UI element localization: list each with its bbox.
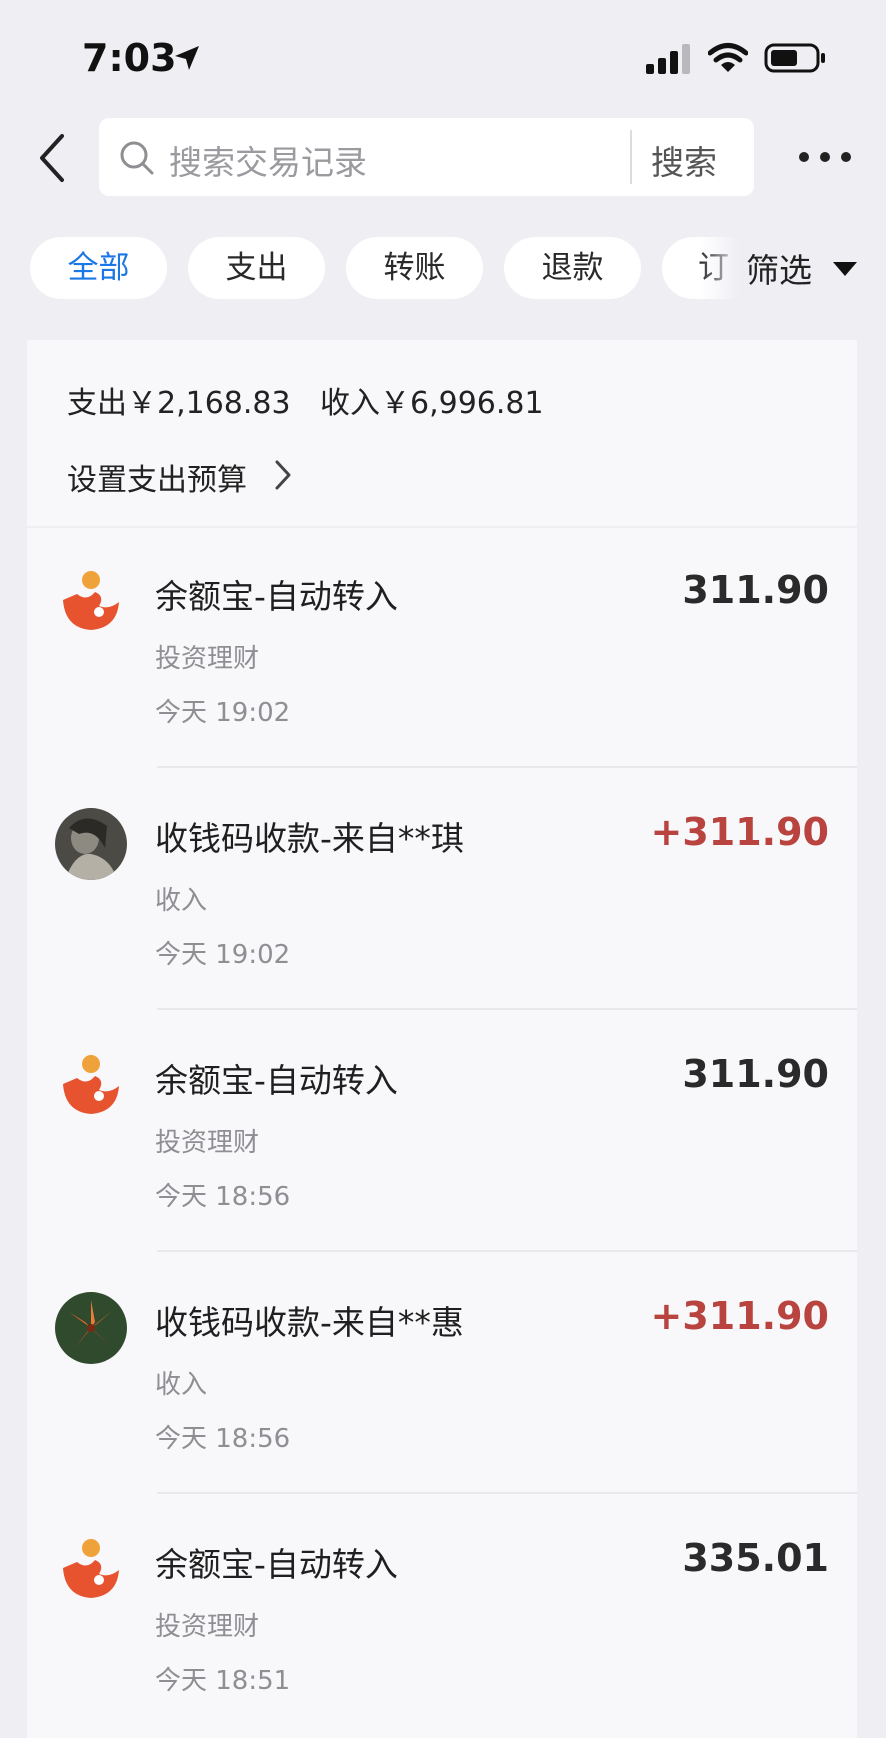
- search-input[interactable]: 搜索交易记录: [169, 136, 367, 184]
- transaction-row[interactable]: 余额宝-自动转入 投资理财 今天 18:51 335.01: [27, 1496, 857, 1736]
- flower-avatar-icon: [55, 1292, 127, 1364]
- transaction-title: 余额宝-自动转入: [155, 1061, 398, 1100]
- back-chevron-icon[interactable]: [34, 130, 74, 186]
- transaction-time: 今天 18:56: [155, 1182, 291, 1212]
- transaction-amount: +311.90: [650, 1294, 829, 1338]
- cellular-signal-icon: [646, 44, 690, 74]
- status-bar: 7:03: [0, 0, 886, 110]
- user-avatar-icon: [55, 808, 127, 880]
- transaction-category: 投资理财: [155, 1128, 260, 1158]
- caret-down-icon[interactable]: [832, 260, 858, 278]
- search-divider: [630, 130, 632, 184]
- expense-total: 支出￥2,168.83: [67, 386, 291, 421]
- transaction-time: 今天 19:02: [155, 698, 291, 728]
- filter-button[interactable]: 筛选: [746, 244, 812, 292]
- transaction-row[interactable]: 余额宝-自动转入 投资理财 今天 18:56 311.90: [27, 1012, 857, 1252]
- battery-icon: [764, 43, 825, 73]
- yuebao-icon: [63, 571, 119, 630]
- set-budget-link[interactable]: 设置支出预算: [67, 455, 247, 499]
- search-icon: [120, 141, 154, 175]
- chevron-right-icon[interactable]: [272, 458, 294, 492]
- row-divider: [157, 1250, 857, 1252]
- transaction-row[interactable]: 收钱码收款-来自**琪 收入 今天 19:02 +311.90: [27, 770, 857, 1010]
- transaction-category: 投资理财: [155, 644, 260, 674]
- transaction-amount: 311.90: [682, 568, 829, 612]
- transaction-title: 收钱码收款-来自**琪: [155, 819, 464, 858]
- transaction-category: 收入: [155, 1370, 208, 1400]
- transaction-row[interactable]: 余额宝-自动转入 投资理财 今天 19:02 311.90: [27, 528, 857, 768]
- tab-transfer[interactable]: 转账: [346, 237, 483, 299]
- transaction-title: 收钱码收款-来自**惠: [155, 1303, 464, 1342]
- transaction-amount: 335.01: [682, 1536, 829, 1580]
- transaction-time: 今天 19:02: [155, 940, 291, 970]
- search-bar[interactable]: 搜索交易记录 搜索: [99, 118, 754, 196]
- transaction-title: 余额宝-自动转入: [155, 1545, 398, 1584]
- tab-refund[interactable]: 退款: [504, 237, 641, 299]
- monthly-summary-card: 支出￥2,168.83 收入￥6,996.81 设置支出预算: [27, 340, 857, 526]
- transaction-amount: 311.90: [682, 1052, 829, 1096]
- row-divider: [157, 766, 857, 768]
- yuebao-icon: [63, 1539, 119, 1598]
- transaction-list: 余额宝-自动转入 投资理财 今天 19:02 311.90 收钱码收款-来自**…: [27, 528, 857, 1738]
- transaction-title: 余额宝-自动转入: [155, 577, 398, 616]
- transaction-row[interactable]: 收钱码收款-来自**惠 收入 今天 18:56 +311.90: [27, 1254, 857, 1494]
- wifi-icon: [708, 43, 748, 72]
- status-time: 7:03: [82, 36, 177, 80]
- location-arrow-icon: [175, 46, 199, 70]
- row-divider: [157, 1008, 857, 1010]
- tab-expense[interactable]: 支出: [188, 237, 325, 299]
- transaction-time: 今天 18:51: [155, 1666, 291, 1696]
- more-options-icon[interactable]: [798, 144, 852, 170]
- row-divider: [157, 1492, 857, 1494]
- transaction-time: 今天 18:56: [155, 1424, 291, 1454]
- search-button[interactable]: 搜索: [651, 136, 717, 184]
- tab-all[interactable]: 全部: [30, 237, 167, 299]
- transaction-amount: +311.90: [650, 810, 829, 854]
- yuebao-icon: [63, 1055, 119, 1114]
- transaction-category: 收入: [155, 886, 208, 916]
- income-total: 收入￥6,996.81: [320, 386, 544, 421]
- transaction-category: 投资理财: [155, 1612, 260, 1642]
